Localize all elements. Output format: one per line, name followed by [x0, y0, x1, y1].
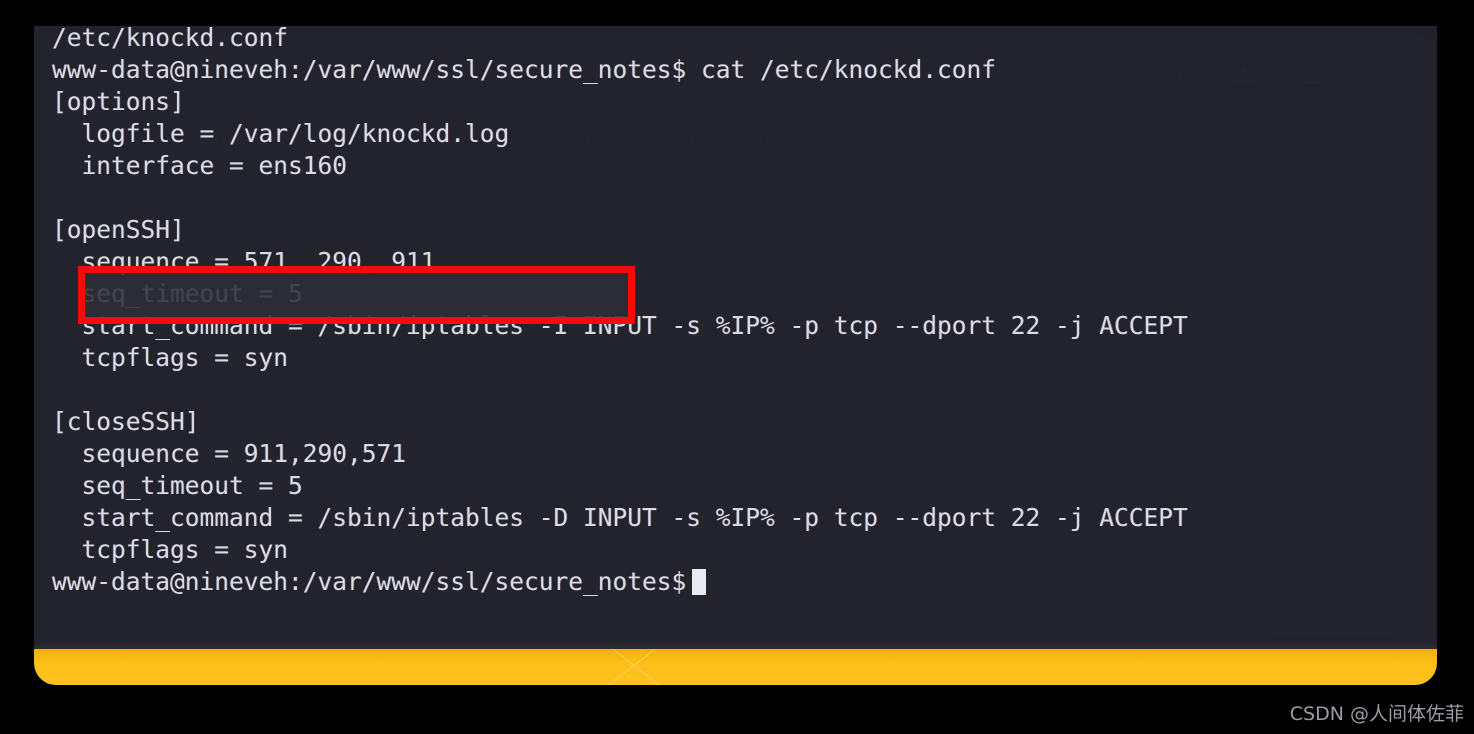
terminal-line: tcpflags = syn [52, 343, 289, 372]
terminal-line: start_command = /sbin/iptables -I INPUT … [52, 311, 1188, 340]
terminal-line: sequence = 911,290,571 [52, 439, 407, 468]
terminal-line: logfile = /var/log/knockd.log [52, 119, 510, 148]
terminal-line: /etc/knockd.conf [52, 26, 289, 52]
terminal-prompt-line: www-data@nineveh:/var/www/ssl/secure_not… [52, 566, 1432, 598]
decorative-line [531, 645, 737, 685]
footer-bar [34, 645, 1437, 685]
terminal-line-highlighted: sequence = 571, 290, 911 [52, 247, 436, 276]
terminal-line: [openSSH] [52, 215, 185, 244]
terminal-line: www-data@nineveh:/var/www/ssl/secure_not… [52, 55, 997, 84]
terminal-line: seq_timeout = 5 [52, 471, 303, 500]
terminal-prompt: www-data@nineveh:/var/www/ssl/secure_not… [52, 567, 687, 596]
terminal-line: interface = ens160 [52, 151, 348, 180]
terminal-window[interactable]: /etc/knockd.conf www-data@nineveh:/var/w… [34, 26, 1437, 649]
terminal-output: /etc/knockd.conf www-data@nineveh:/var/w… [52, 26, 1432, 598]
screenshot-canvas: 好用的好工具 学习 菜 [0, 0, 1474, 734]
watermark: CSDN @人间体佐菲 [1289, 703, 1464, 725]
terminal-line: [closeSSH] [52, 407, 200, 436]
terminal-line: tcpflags = syn [52, 535, 289, 564]
terminal-line: [options] [52, 87, 185, 116]
terminal-line: start_command = /sbin/iptables -D INPUT … [52, 503, 1188, 532]
terminal-cursor [692, 569, 707, 595]
terminal-line: seq_timeout = 5 [52, 279, 303, 308]
